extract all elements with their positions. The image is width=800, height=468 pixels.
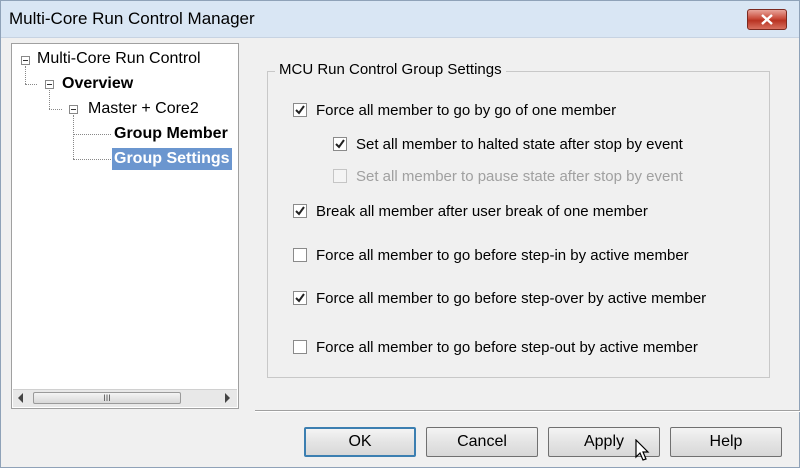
checkbox[interactable] [293, 291, 307, 305]
checkmark-icon [335, 139, 345, 149]
tree-item-master-core2[interactable]: Master + Core2 [88, 98, 199, 120]
tree-connector [73, 115, 74, 159]
collapse-icon[interactable] [69, 105, 78, 114]
cancel-button[interactable]: Cancel [426, 427, 538, 457]
separator [255, 410, 800, 412]
close-button[interactable] [747, 9, 787, 30]
window-title: Multi-Core Run Control Manager [9, 9, 255, 28]
checkbox[interactable] [293, 340, 307, 354]
collapse-icon[interactable] [21, 56, 30, 65]
dialog-window: Multi-Core Run Control Manager Multi-Cor… [0, 0, 800, 468]
tree-connector [49, 109, 62, 110]
tree-connector [49, 90, 50, 109]
checkbox [333, 169, 347, 183]
scroll-left-icon[interactable] [18, 393, 23, 403]
ok-button[interactable]: OK [304, 427, 416, 457]
help-button[interactable]: Help [670, 427, 782, 457]
scroll-right-icon[interactable] [225, 393, 230, 403]
scroll-thumb[interactable]: III [33, 392, 181, 404]
tree-item-group-member[interactable]: Group Member [114, 123, 228, 145]
tree-item-root[interactable]: Multi-Core Run Control [37, 48, 201, 70]
title-bar[interactable]: Multi-Core Run Control Manager [1, 1, 799, 38]
collapse-icon[interactable] [45, 80, 54, 89]
checkbox[interactable] [333, 137, 347, 151]
option-label: Force all member to go before step-out b… [316, 339, 698, 356]
close-icon [761, 14, 773, 25]
settings-group-title: MCU Run Control Group Settings [275, 61, 506, 78]
tree-connector [25, 66, 26, 84]
tree-item-overview[interactable]: Overview [62, 73, 133, 95]
tree-connector [73, 159, 111, 160]
checkbox[interactable] [293, 204, 307, 218]
mouse-cursor-icon [635, 439, 650, 461]
horizontal-scrollbar[interactable]: III [13, 389, 237, 407]
option-label: Set all member to pause state after stop… [356, 168, 683, 185]
navigation-tree[interactable]: Multi-Core Run Control Overview Master +… [11, 43, 239, 409]
option-label: Force all member to go before step-over … [316, 290, 707, 307]
checkmark-icon [295, 105, 305, 115]
tree-item-group-settings[interactable]: Group Settings [112, 148, 232, 170]
option-label: Force all member to go by go of one memb… [316, 102, 617, 119]
option-label: Set all member to halted state after sto… [356, 136, 683, 153]
checkbox[interactable] [293, 248, 307, 262]
tree-connector [73, 134, 111, 135]
checkbox[interactable] [293, 103, 307, 117]
option-label: Force all member to go before step-in by… [316, 247, 689, 264]
tree-connector [25, 84, 37, 85]
option-label: Break all member after user break of one… [316, 203, 648, 220]
checkmark-icon [295, 293, 305, 303]
checkmark-icon [295, 206, 305, 216]
